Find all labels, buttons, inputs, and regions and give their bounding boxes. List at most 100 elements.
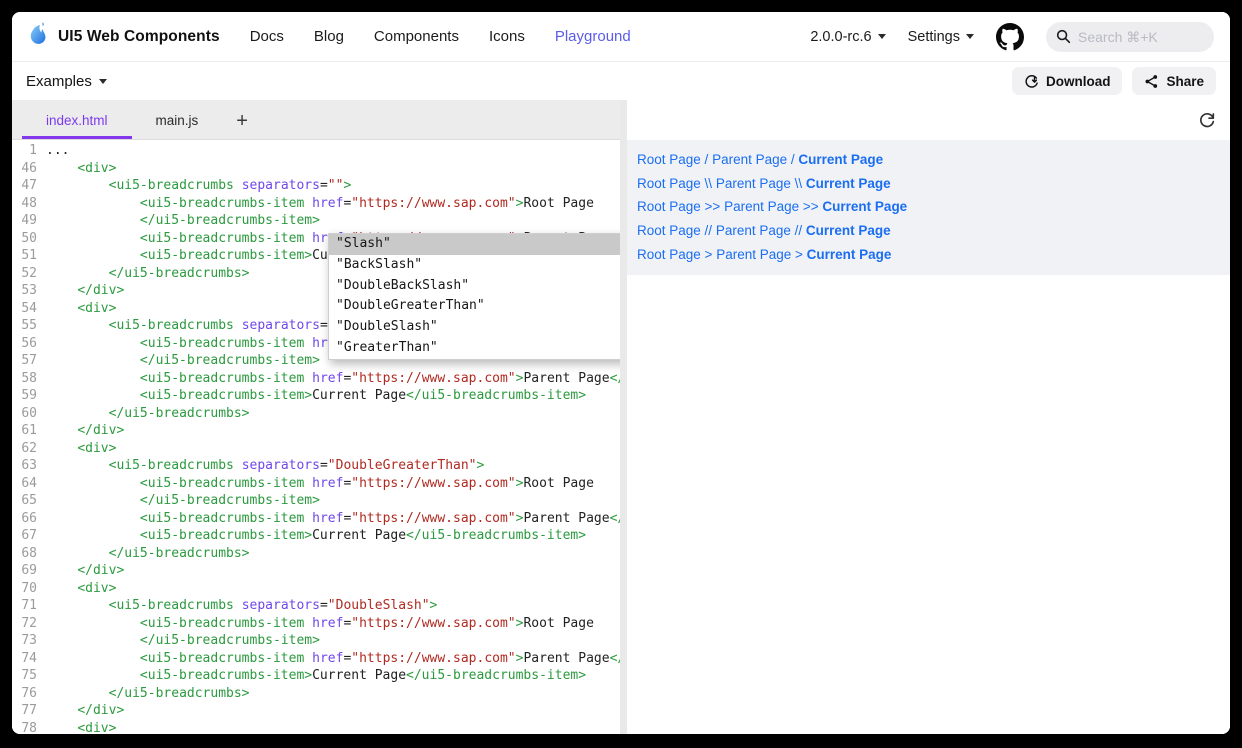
code-token: > xyxy=(516,650,524,668)
code-line[interactable]: 49 </ui5-breadcrumbs-item> xyxy=(12,212,620,230)
breadcrumb-separator: \\ xyxy=(791,176,806,191)
code-line[interactable]: 60 </ui5-breadcrumbs> xyxy=(12,405,620,423)
breadcrumb-link[interactable]: Root Page xyxy=(637,247,701,262)
code-token: separators xyxy=(242,177,320,195)
code-line[interactable]: 67 <ui5-breadcrumbs-item>Current Page</u… xyxy=(12,527,620,545)
code-token: = xyxy=(343,475,351,493)
share-button[interactable]: Share xyxy=(1132,67,1216,95)
code-token: </ui5-breadcrumbs-item> xyxy=(610,370,620,388)
code-line[interactable]: 61 </div> xyxy=(12,422,620,440)
chevron-down-icon xyxy=(99,79,107,84)
breadcrumb-link[interactable]: Root Page xyxy=(637,176,701,191)
code-line[interactable]: 59 <ui5-breadcrumbs-item>Current Page</u… xyxy=(12,387,620,405)
code-line[interactable]: 78 <div> xyxy=(12,720,620,735)
editor-tab-main-js[interactable]: main.js xyxy=(132,104,223,139)
code-line[interactable]: 74 <ui5-breadcrumbs-item href="https://w… xyxy=(12,650,620,668)
code-token: ... xyxy=(46,142,69,160)
nav-link-components[interactable]: Components xyxy=(374,28,459,45)
code-line[interactable]: 75 <ui5-breadcrumbs-item>Current Page</u… xyxy=(12,667,620,685)
preview-panel: Root Page / Parent Page / Current PageRo… xyxy=(627,100,1230,734)
code-line[interactable]: 73 </ui5-breadcrumbs-item> xyxy=(12,632,620,650)
code-token: Root Page xyxy=(523,195,593,213)
github-link[interactable] xyxy=(996,23,1024,51)
download-button[interactable]: Download xyxy=(1012,67,1123,95)
code-token: = xyxy=(343,195,351,213)
breadcrumb-link[interactable]: Root Page xyxy=(637,223,701,238)
code-token: <div> xyxy=(77,300,116,318)
code-line[interactable]: 46 <div> xyxy=(12,160,620,178)
code-line[interactable]: 48 <ui5-breadcrumbs-item href="https://w… xyxy=(12,195,620,213)
brand[interactable]: UI5 Web Components xyxy=(24,20,220,53)
code-line[interactable]: 76 </ui5-breadcrumbs> xyxy=(12,685,620,703)
code-token: > xyxy=(516,510,524,528)
nav-link-icons[interactable]: Icons xyxy=(489,28,525,45)
browser-window: UI5 Web Components Docs Blog Components Ico… xyxy=(12,12,1230,734)
breadcrumb-link[interactable]: Current Page xyxy=(807,247,892,262)
version-menu[interactable]: 2.0.0-rc.6 xyxy=(810,29,885,45)
nav-link-playground[interactable]: Playground xyxy=(555,28,631,45)
autocomplete-item[interactable]: "BackSlash" xyxy=(329,255,620,276)
autocomplete-item[interactable]: "GreaterThan" xyxy=(329,338,620,359)
code-token: = xyxy=(320,317,328,335)
code-token: > xyxy=(516,370,524,388)
line-number: 60 xyxy=(12,405,46,423)
breadcrumb-link[interactable]: Parent Page xyxy=(716,223,791,238)
code-token: <ui5-breadcrumbs xyxy=(109,457,234,475)
code-line[interactable]: 72 <ui5-breadcrumbs-item href="https://w… xyxy=(12,615,620,633)
search-box[interactable] xyxy=(1046,22,1214,52)
line-number: 55 xyxy=(12,317,46,335)
breadcrumb-link[interactable]: Current Page xyxy=(798,152,883,167)
breadcrumb-link[interactable]: Parent Page xyxy=(712,152,787,167)
breadcrumb-link[interactable]: Parent Page xyxy=(716,247,791,262)
code-token xyxy=(46,615,140,633)
code-line[interactable]: 66 <ui5-breadcrumbs-item href="https://w… xyxy=(12,510,620,528)
breadcrumb-link[interactable]: Root Page xyxy=(637,152,701,167)
code-line[interactable]: 71 <ui5-breadcrumbs separators="DoubleSl… xyxy=(12,597,620,615)
code-line[interactable]: 47 <ui5-breadcrumbs separators=""> xyxy=(12,177,620,195)
breadcrumb-link[interactable]: Current Page xyxy=(822,199,907,214)
code-token: </ui5-breadcrumbs> xyxy=(109,405,250,423)
line-number: 1 xyxy=(12,142,46,160)
code-token: "" xyxy=(328,177,344,195)
code-line[interactable]: 58 <ui5-breadcrumbs-item href="https://w… xyxy=(12,370,620,388)
code-line[interactable]: 62 <div> xyxy=(12,440,620,458)
code-line[interactable]: 65 </ui5-breadcrumbs-item> xyxy=(12,492,620,510)
nav-link-blog[interactable]: Blog xyxy=(314,28,344,45)
settings-menu[interactable]: Settings xyxy=(908,29,974,45)
search-input[interactable] xyxy=(1078,29,1188,45)
nav-link-docs[interactable]: Docs xyxy=(250,28,284,45)
code-token: </ui5-breadcrumbs-item> xyxy=(406,667,586,685)
breadcrumb-link[interactable]: Parent Page xyxy=(724,199,799,214)
refresh-button[interactable] xyxy=(1198,111,1216,129)
code-token: Parent Page xyxy=(523,370,609,388)
brand-title: UI5 Web Components xyxy=(58,28,220,46)
breadcrumb-link[interactable]: Parent Page xyxy=(716,176,791,191)
autocomplete-item[interactable]: "DoubleBackSlash" xyxy=(329,276,620,297)
code-token xyxy=(304,615,312,633)
code-token xyxy=(46,212,140,230)
breadcrumb-link[interactable]: Current Page xyxy=(806,176,891,191)
code-line[interactable]: 64 <ui5-breadcrumbs-item href="https://w… xyxy=(12,475,620,493)
examples-menu[interactable]: Examples xyxy=(26,73,107,90)
code-token: separators xyxy=(242,597,320,615)
download-icon xyxy=(1024,74,1039,89)
preview-canvas: Root Page / Parent Page / Current PageRo… xyxy=(627,140,1230,275)
code-line[interactable]: 77 </div> xyxy=(12,702,620,720)
code-line[interactable]: 1... xyxy=(12,142,620,160)
autocomplete-item[interactable]: "DoubleGreaterThan" xyxy=(329,296,620,317)
autocomplete-item[interactable]: "Slash" xyxy=(329,234,620,255)
line-number: 70 xyxy=(12,580,46,598)
breadcrumb-link[interactable]: Current Page xyxy=(806,223,891,238)
autocomplete-item[interactable]: "DoubleSlash" xyxy=(329,317,620,338)
line-number: 54 xyxy=(12,300,46,318)
code-line[interactable]: 63 <ui5-breadcrumbs separators="DoubleGr… xyxy=(12,457,620,475)
add-tab-button[interactable]: + xyxy=(222,107,262,139)
code-token: > xyxy=(343,177,351,195)
code-line[interactable]: 68 </ui5-breadcrumbs> xyxy=(12,545,620,563)
code-line[interactable]: 70 <div> xyxy=(12,580,620,598)
panel-resizer[interactable] xyxy=(620,100,627,734)
code-line[interactable]: 69 </div> xyxy=(12,562,620,580)
code-editor[interactable]: 1...46 <div>47 <ui5-breadcrumbs separato… xyxy=(12,140,620,734)
editor-tab-index-html[interactable]: index.html xyxy=(22,104,132,139)
breadcrumb-link[interactable]: Root Page xyxy=(637,199,701,214)
